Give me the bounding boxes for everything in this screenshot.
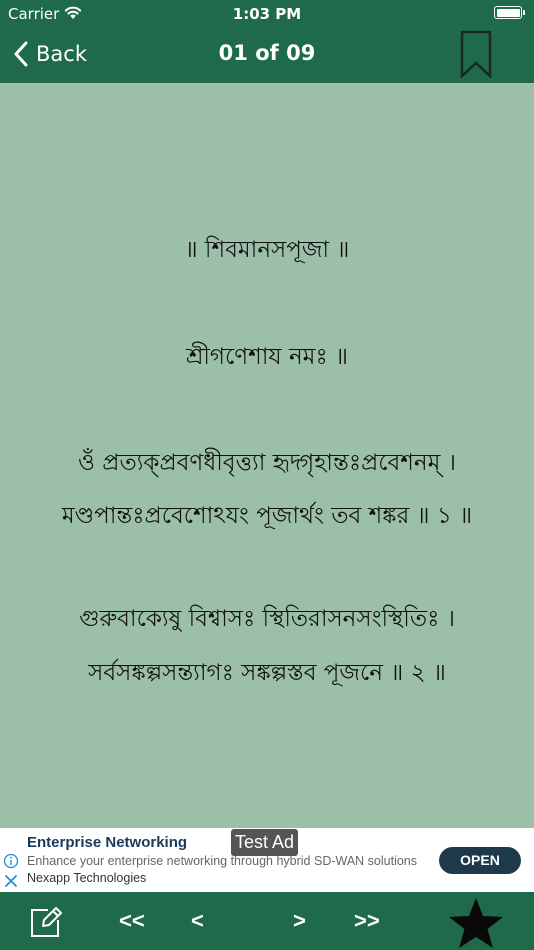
top-bar: Carrier 1:03 PM Back 01 of 09	[0, 0, 534, 83]
bottom-toolbar: << < > >>	[0, 892, 534, 950]
verse-content: ॥ শিবমানসপূজা ॥ শ্রীগণেশায নমঃ ॥ ওঁ প্রত…	[0, 83, 534, 828]
edit-icon[interactable]	[30, 906, 62, 938]
battery-icon	[494, 6, 525, 19]
bookmark-icon[interactable]	[459, 30, 493, 78]
info-icon[interactable]	[3, 853, 19, 869]
back-button[interactable]: Back	[14, 38, 87, 70]
ad-title[interactable]: Enterprise Networking	[27, 834, 187, 851]
test-ad-badge: Test Ad	[231, 829, 299, 856]
first-page-button[interactable]: <<	[119, 908, 145, 934]
verse-line: ওঁ প্রত্যক্প্রবণধীবৃত্ত্যা হৃদ্গৃহান্তঃপ…	[78, 450, 456, 476]
status-bar: Carrier 1:03 PM	[0, 0, 534, 28]
next-page-button[interactable]: >	[293, 908, 306, 934]
verse-line: শ্রীগণেশায নমঃ ॥	[185, 344, 349, 370]
clock: 1:03 PM	[232, 5, 302, 23]
close-icon[interactable]	[3, 873, 19, 889]
verse-line: সর্বসঙ্কল্পসন্ত্যাগঃ সঙ্কল্পস্তব পূজনে ॥…	[88, 660, 446, 686]
ad-open-button[interactable]: OPEN	[439, 847, 521, 874]
verse-line: ॥ শিবমানসপূজা ॥	[184, 237, 350, 263]
ad-advertiser[interactable]: Nexapp Technologies	[27, 871, 146, 885]
last-page-button[interactable]: >>	[354, 908, 380, 934]
star-icon[interactable]	[446, 896, 506, 950]
chevron-left-icon	[14, 41, 28, 67]
back-label: Back	[36, 42, 87, 66]
verse-line: গুরুবাক্যেষু বিশ্বাসঃ স্থিতিরাসনসংস্থিতি…	[79, 606, 455, 632]
previous-page-button[interactable]: <	[191, 908, 204, 934]
verse-line: মণ্ডপান্তঃপ্রবেশোঽযং পূজার্থং তব শঙ্কর ॥…	[61, 503, 473, 529]
ad-description[interactable]: Enhance your enterprise networking throu…	[27, 854, 417, 868]
